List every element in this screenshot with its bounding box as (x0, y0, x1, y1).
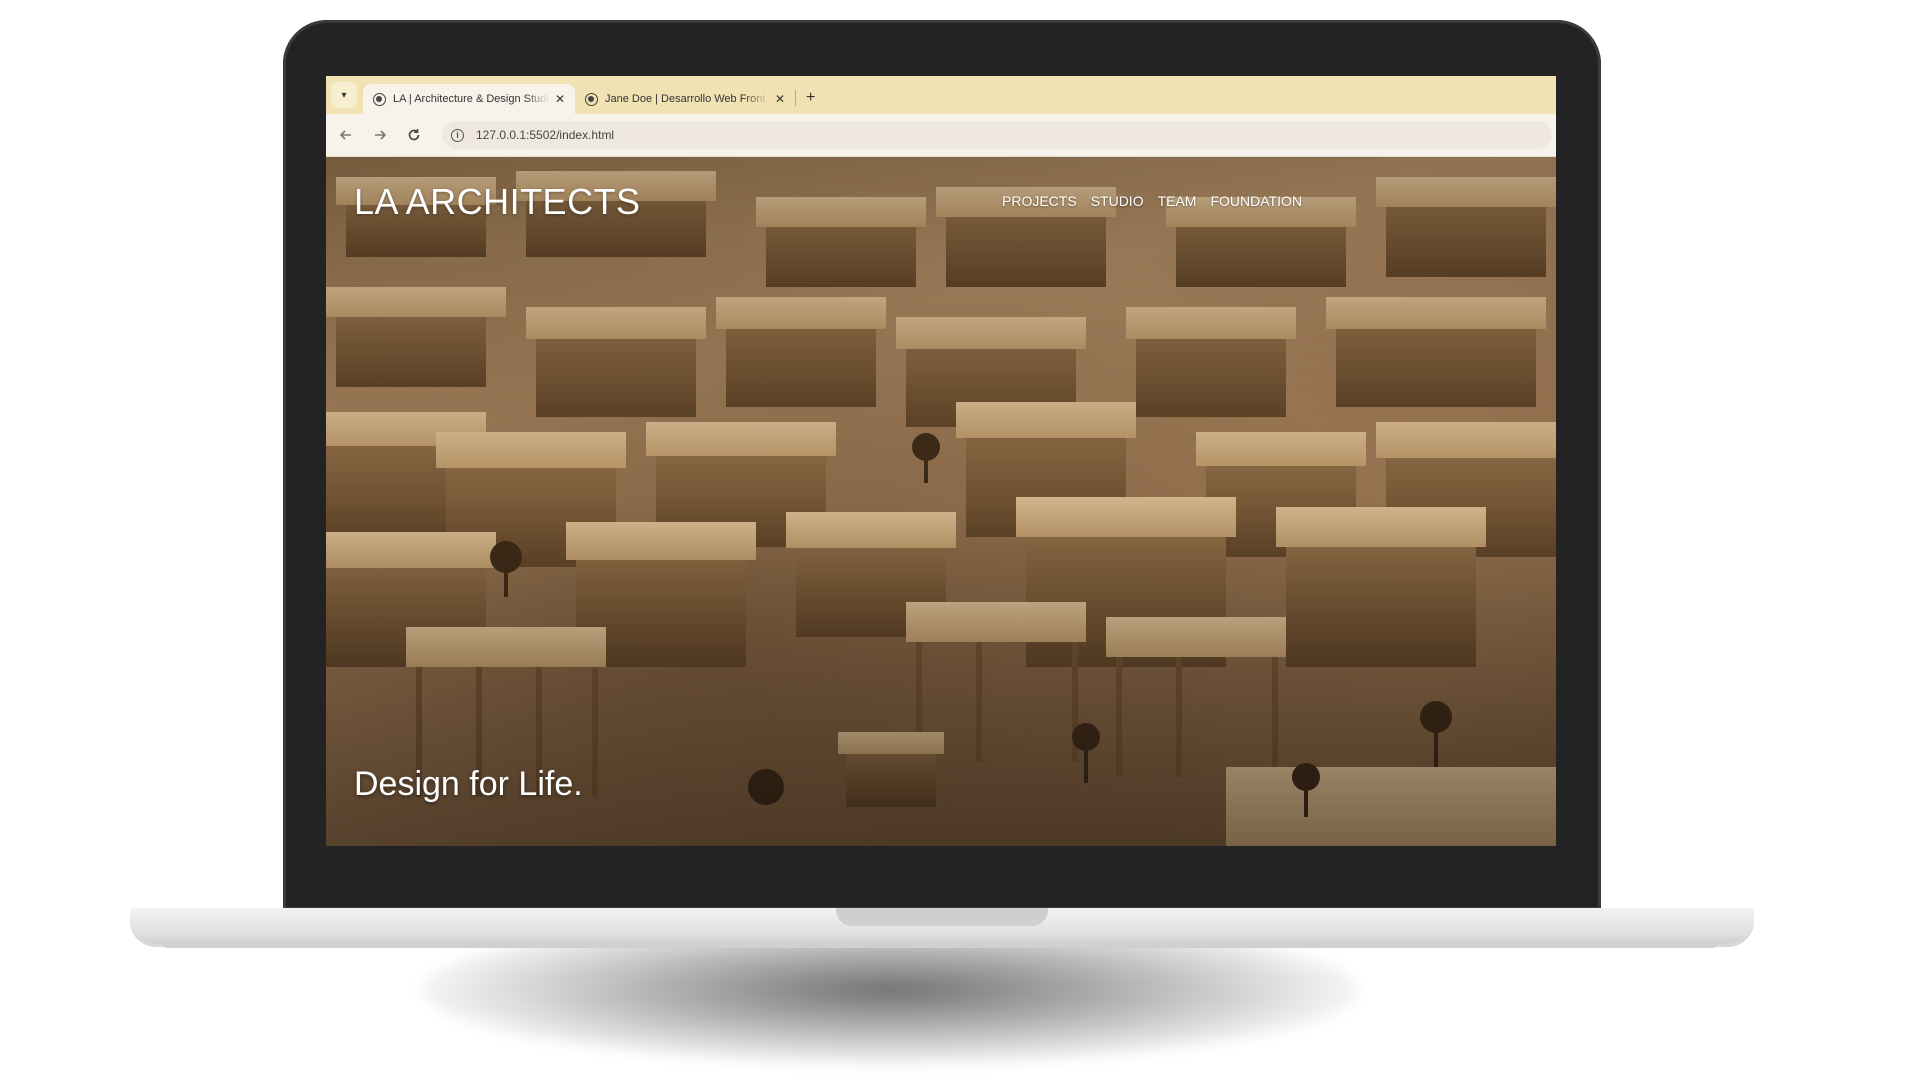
tab-title: LA | Architecture & Design Studio (393, 93, 549, 105)
close-icon[interactable]: ✕ (555, 92, 565, 106)
browser-toolbar: i 127.0.0.1:5502/index.html (326, 114, 1556, 157)
nav-link-studio[interactable]: STUDIO (1091, 193, 1144, 209)
site-navigation: PROJECTS STUDIO TEAM FOUNDATION (1002, 193, 1302, 209)
globe-icon (373, 92, 386, 106)
hero-tagline: Design for Life. (354, 765, 583, 803)
browser-tab-strip: ▾ LA | Architecture & Design Studio ✕ Ja… (326, 76, 1556, 114)
nav-link-foundation[interactable]: FOUNDATION (1210, 193, 1302, 209)
mockup-stage: ▾ LA | Architecture & Design Studio ✕ Ja… (0, 0, 1920, 1080)
architecture-model-image (326, 157, 1556, 846)
hero-section: LA ARCHITECTS PROJECTS STUDIO TEAM FOUND… (326, 157, 1556, 846)
info-icon[interactable]: i (451, 128, 464, 142)
back-arrow-icon[interactable] (332, 121, 360, 149)
nav-link-team[interactable]: TEAM (1158, 193, 1197, 209)
nav-link-projects[interactable]: PROJECTS (1002, 193, 1077, 209)
tab-divider (795, 90, 796, 106)
browser-tab[interactable]: Jane Doe | Desarrollo Web Front ✕ (575, 84, 795, 114)
tab-title: Jane Doe | Desarrollo Web Front (605, 93, 766, 105)
address-url[interactable]: 127.0.0.1:5502/index.html (476, 128, 614, 142)
laptop-base-edge (160, 940, 1720, 948)
reload-icon[interactable] (400, 121, 428, 149)
new-tab-button[interactable]: + (806, 89, 815, 107)
close-icon[interactable]: ✕ (775, 92, 785, 106)
address-bar[interactable]: i 127.0.0.1:5502/index.html (442, 121, 1552, 149)
laptop-hinge-notch (836, 908, 1048, 926)
site-logo[interactable]: LA ARCHITECTS (354, 181, 641, 223)
globe-icon (585, 92, 598, 106)
laptop-screen: ▾ LA | Architecture & Design Studio ✕ Ja… (326, 76, 1556, 846)
chevron-down-icon[interactable]: ▾ (331, 82, 357, 108)
browser-tab-active[interactable]: LA | Architecture & Design Studio ✕ (363, 84, 575, 114)
forward-arrow-icon[interactable] (366, 121, 394, 149)
